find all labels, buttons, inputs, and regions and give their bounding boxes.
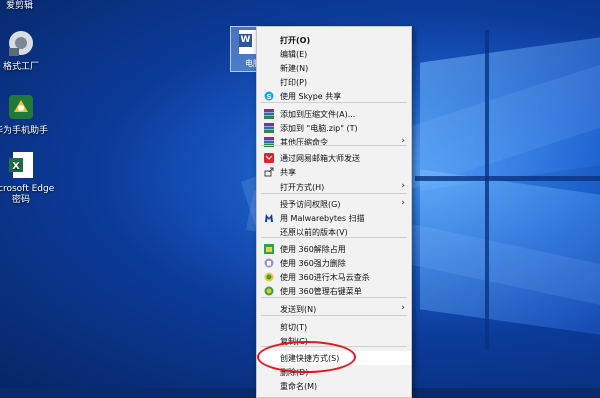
desktop-icon-label: 华为手机助手	[0, 126, 48, 136]
menu-item-用-malwarebytes-扫描[interactable]: 用 Malwarebytes 扫描	[257, 211, 411, 225]
menu-separator	[261, 297, 407, 298]
menu-item-使用-360管理右键菜单[interactable]: 使用 360管理右键菜单	[257, 284, 411, 298]
menu-item-label: 发送到(N)	[280, 305, 317, 314]
desktop-icon-edge-password[interactable]: X Microsoft Edge 密码	[0, 150, 56, 206]
desktop-icon-label: 格式工厂	[2, 62, 39, 72]
desktop-icon-label: Microsoft Edge 密码	[0, 184, 55, 205]
malwarebytes-icon	[264, 213, 274, 223]
menu-item-发送到-n[interactable]: 发送到(N) ›	[257, 302, 411, 316]
desktop-icon-format-factory[interactable]: 格式工厂	[0, 28, 56, 73]
menu-item-label: 使用 360强力删除	[280, 259, 346, 268]
menu-item-编辑-e[interactable]: 编辑(E)	[257, 47, 411, 61]
format-factory-icon	[6, 28, 36, 58]
menu-item-使用-skype-共享[interactable]: S 使用 Skype 共享	[257, 89, 411, 103]
svg-text:S: S	[266, 93, 271, 101]
highlight-ring	[257, 341, 356, 373]
menu-item-使用-360解除占用[interactable]: 使用 360解除占用	[257, 242, 411, 256]
menu-item-打开方式-h[interactable]: 打开方式(H) ›	[257, 180, 411, 194]
winrar-icon	[264, 123, 274, 133]
windows-logo-pane	[420, 169, 600, 335]
menu-item-label: 添加到压缩文件(A)...	[280, 110, 356, 119]
menu-item-label: 使用 360进行木马云查杀	[280, 273, 370, 282]
360-menu-icon	[264, 286, 274, 296]
menu-item-label: 打开方式(H)	[280, 183, 325, 192]
winrar-icon	[264, 109, 274, 119]
menu-separator	[261, 193, 407, 194]
netease-mail-icon	[264, 153, 274, 163]
menu-item-重命名-m[interactable]: 重命名(M)	[257, 379, 411, 393]
menu-item-通过网易邮箱大师发送[interactable]: 通过网易邮箱大师发送	[257, 151, 411, 165]
huawei-assistant-icon	[6, 92, 36, 122]
menu-item-label: 用 Malwarebytes 扫描	[280, 214, 365, 223]
menu-separator	[261, 145, 407, 146]
menu-item-label: 重命名(M)	[280, 382, 318, 391]
windows-logo-divider	[485, 30, 489, 350]
menu-item-label: 其他压缩命令	[280, 138, 328, 147]
windows-logo-pane	[420, 37, 600, 191]
chevron-right-icon: ›	[401, 181, 405, 191]
menu-item-label: 使用 360管理右键菜单	[280, 287, 362, 296]
desktop-icon-huawei-assistant[interactable]: 华为手机助手	[0, 92, 56, 137]
menu-item-新建-n[interactable]: 新建(N)	[257, 61, 411, 75]
svg-text:X: X	[12, 161, 20, 172]
menu-item-打开-o[interactable]: 打开(O)	[257, 33, 411, 47]
menu-item-label: 添加到 "电脑.zip" (T)	[280, 124, 358, 133]
360-unlock-icon	[264, 244, 274, 254]
menu-item-label: 使用 360解除占用	[280, 245, 346, 254]
excel-file-icon: X	[6, 150, 36, 180]
menu-item-label: 通过网易邮箱大师发送	[280, 154, 360, 163]
chevron-right-icon: ›	[401, 198, 405, 208]
menu-separator	[261, 315, 407, 316]
menu-item-label: 使用 Skype 共享	[280, 92, 342, 101]
menu-item-label: 新建(N)	[280, 64, 309, 73]
menu-item-打印-p[interactable]: 打印(P)	[257, 75, 411, 89]
menu-item-label: 打开(O)	[280, 36, 311, 45]
share-icon	[264, 167, 274, 177]
360-scan-icon	[264, 272, 274, 282]
menu-separator	[261, 237, 407, 238]
menu-item-label: 授予访问权限(G)	[280, 200, 341, 209]
menu-item-label: 打印(P)	[280, 78, 308, 87]
skype-icon: S	[264, 91, 274, 101]
menu-item-label: 剪切(T)	[280, 323, 308, 332]
menu-item-剪切-t[interactable]: 剪切(T)	[257, 320, 411, 334]
menu-item-授予访问权限-g[interactable]: 授予访问权限(G) ›	[257, 197, 411, 211]
menu-item-使用-360强力删除[interactable]: 使用 360强力删除	[257, 256, 411, 270]
menu-item-共享[interactable]: 共享	[257, 165, 411, 179]
context-menu: 打开(O) 编辑(E) 新建(N) 打印(P) S 使用 Skype 共享添加到压缩文件(…	[256, 26, 412, 398]
menu-item-使用-360进行木马云查杀[interactable]: 使用 360进行木马云查杀	[257, 270, 411, 284]
menu-item-添加到压缩文件-a[interactable]: 添加到压缩文件(A)...	[257, 107, 411, 121]
360-delete-icon	[264, 258, 274, 268]
windows-logo-divider	[415, 176, 600, 181]
menu-item-添加到-电脑-zip-t[interactable]: 添加到 "电脑.zip" (T)	[257, 121, 411, 135]
menu-item-label: 编辑(E)	[280, 50, 308, 59]
menu-item-其他压缩命令[interactable]: 其他压缩命令 ›	[257, 135, 411, 149]
desktop-icon-label: 爱剪辑	[6, 1, 34, 11]
chevron-right-icon: ›	[401, 303, 405, 313]
menu-item-label: 共享	[280, 168, 296, 177]
menu-separator	[261, 102, 407, 103]
